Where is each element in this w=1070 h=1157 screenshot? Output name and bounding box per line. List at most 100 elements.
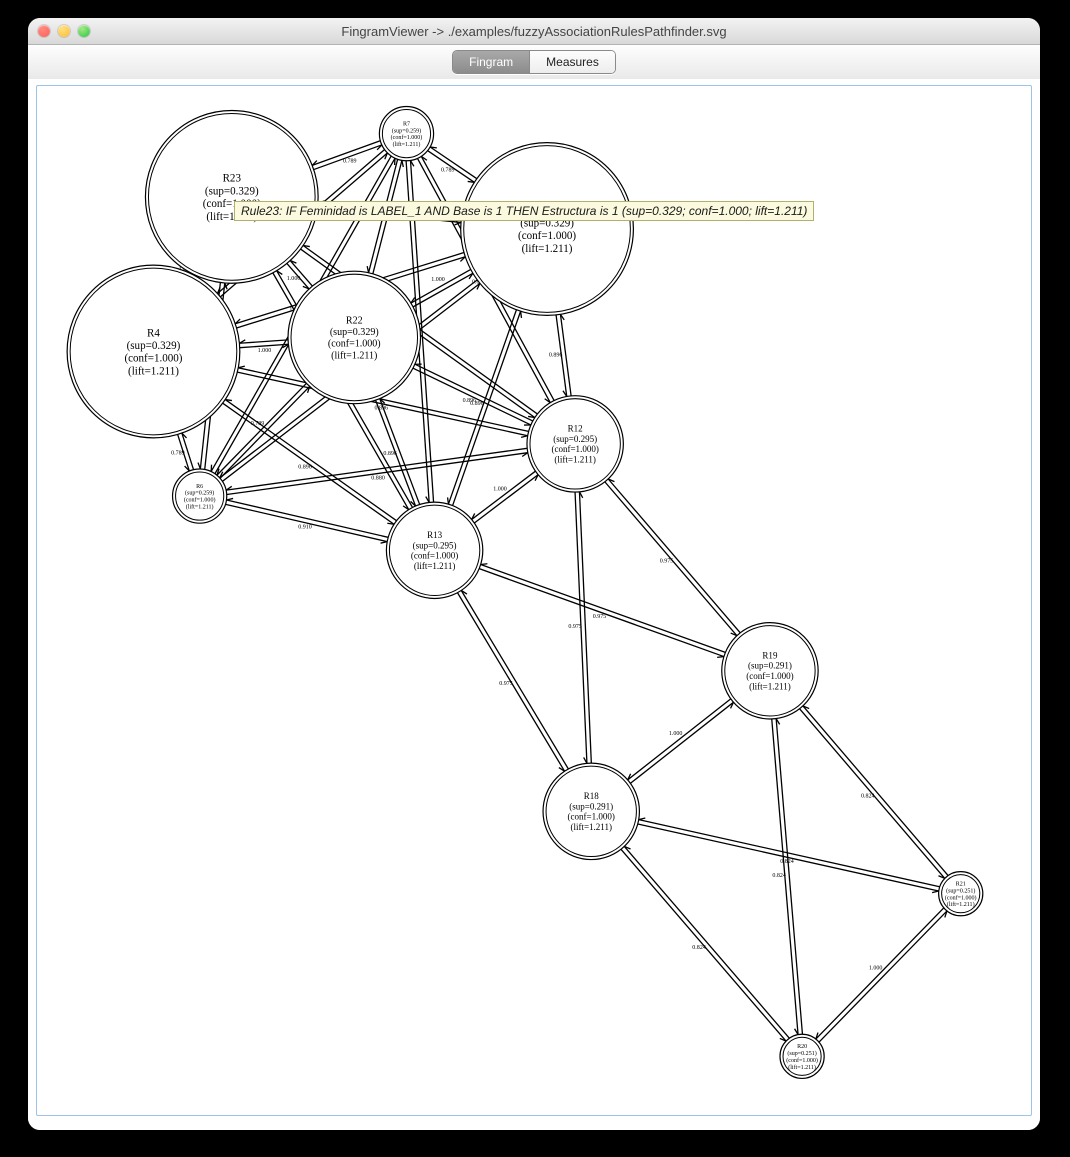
node-label: (sup=0.329) (330, 327, 379, 338)
tab-fingram[interactable]: Fingram (453, 51, 529, 73)
node-label: (lift=1.211) (788, 1064, 816, 1071)
edge-weight: 0.975 (593, 614, 607, 620)
edge (630, 702, 733, 783)
node-label: (conf=1.000) (328, 339, 381, 350)
node-label: (sup=0.329) (127, 340, 181, 352)
edge-weight: 0.789 (171, 450, 185, 456)
node-label: R18 (584, 791, 600, 801)
edge-weight: 0.975 (568, 624, 582, 630)
node-r19[interactable]: R19(sup=0.291)(conf=1.000)(lift=1.211) (722, 623, 818, 719)
node-label: R23 (223, 173, 242, 185)
edge (461, 590, 568, 768)
edge-weight: 0.880 (371, 475, 385, 481)
node-label: R6 (196, 484, 203, 490)
edge (628, 699, 731, 780)
edge-weight: 1.000 (869, 965, 883, 971)
titlebar[interactable]: FingramViewer -> ./examples/fuzzyAssocia… (28, 18, 1040, 45)
node-label: (sup=0.251) (787, 1050, 816, 1057)
rule-tooltip: Rule23: IF Feminidad is LABEL_1 AND Base… (234, 201, 814, 221)
graph-viewport[interactable]: 0.789 1.000 1.000 1.000 0.789 0.896 0.896 0.789… (36, 85, 1032, 1116)
edge (472, 471, 536, 519)
app-window: FingramViewer -> ./examples/fuzzyAssocia… (28, 18, 1040, 1130)
node-label: R7 (403, 121, 410, 127)
edge (819, 911, 947, 1042)
edge-weight: 1.000 (287, 276, 301, 282)
window-title: FingramViewer -> ./examples/fuzzyAssocia… (28, 24, 1040, 39)
node-label: (conf=1.000) (786, 1057, 818, 1064)
node-label: (lift=1.211) (414, 561, 456, 571)
edge-weight: 0.896 (298, 464, 312, 470)
edge-weight: 0.789 (441, 167, 455, 173)
node-label: (lift=1.211) (186, 504, 214, 511)
node-label: R4 (147, 327, 160, 339)
zoom-icon[interactable] (78, 25, 90, 37)
edge (638, 824, 939, 891)
node-r12[interactable]: R12(sup=0.295)(conf=1.000)(lift=1.211) (527, 396, 623, 492)
node-label: (conf=1.000) (391, 134, 423, 141)
edge-weight: 0.824 (692, 945, 706, 951)
close-icon[interactable] (38, 25, 50, 37)
edge (474, 475, 538, 523)
edge-weight: 0.896 (463, 398, 477, 404)
node-label: R20 (797, 1044, 807, 1050)
node-label: R22 (346, 316, 363, 327)
edge-weight: 1.000 (493, 487, 507, 493)
edge-weight: 0.975 (499, 681, 513, 687)
node-label: (sup=0.295) (553, 434, 597, 444)
node-label: (lift=1.211) (393, 141, 421, 148)
edge (290, 261, 312, 287)
edge-weight: 0.789 (343, 159, 357, 165)
edge (415, 364, 533, 421)
graph-svg[interactable]: 0.789 1.000 1.000 1.000 0.789 0.896 0.896 0.789… (37, 86, 1031, 1115)
edge-weight: 0.824 (772, 873, 786, 879)
edge-weight: 0.896 (374, 406, 388, 412)
edge (816, 908, 944, 1039)
node-label: (sup=0.259) (185, 490, 214, 497)
node-label: (conf=1.000) (551, 444, 598, 454)
node-r23[interactable]: R23(sup=0.329)(conf=1.000)(lift=1.211) (145, 111, 318, 284)
node-label: (sup=0.329) (205, 185, 259, 197)
node-label: (sup=0.291) (569, 801, 613, 811)
node-label: R12 (568, 423, 584, 433)
edge-weight: 0.896 (549, 352, 563, 358)
node-label: (sup=0.251) (946, 887, 975, 894)
edge (430, 147, 477, 179)
edge (227, 500, 389, 537)
node-label: (conf=1.000) (184, 497, 216, 504)
edge (624, 846, 789, 1038)
node-label: (lift=1.211) (947, 901, 975, 908)
node-r13[interactable]: R13(sup=0.295)(conf=1.000)(lift=1.211) (386, 502, 482, 598)
edge-weight: 0.824 (780, 859, 794, 865)
node-r18[interactable]: R18(sup=0.291)(conf=1.000)(lift=1.211) (543, 763, 639, 859)
node-r5[interactable]: R5(sup=0.329)(conf=1.000)(lift=1.211) (461, 143, 634, 316)
node-label: (lift=1.211) (554, 455, 596, 465)
edge (453, 311, 521, 505)
edge (239, 340, 288, 343)
node-label: (conf=1.000) (945, 894, 977, 901)
node-r22[interactable]: R22(sup=0.329)(conf=1.000)(lift=1.211) (288, 271, 421, 404)
node-label: (conf=1.000) (124, 353, 182, 365)
node-r20[interactable]: R20(sup=0.251)(conf=1.000)(lift=1.211) (780, 1034, 824, 1078)
edge (481, 565, 726, 653)
tab-bar: Fingram Measures (28, 45, 1040, 80)
node-label: R19 (762, 650, 778, 660)
node-label: (sup=0.291) (748, 661, 792, 671)
edge (227, 453, 528, 495)
node-label: (lift=1.211) (749, 682, 791, 692)
node-label: (conf=1.000) (518, 230, 576, 242)
edge-weight: 0.824 (861, 793, 875, 799)
edge (226, 504, 388, 541)
node-r6[interactable]: R6(sup=0.259)(conf=1.000)(lift=1.211) (173, 469, 227, 523)
minimize-icon[interactable] (58, 25, 70, 37)
edge-weight: 1.000 (431, 277, 445, 283)
node-label: (lift=1.211) (522, 243, 573, 255)
node-label: (lift=1.211) (570, 822, 612, 832)
node-r7[interactable]: R7(sup=0.259)(conf=1.000)(lift=1.211) (379, 107, 433, 161)
edge (479, 569, 724, 657)
tab-measures[interactable]: Measures (529, 51, 615, 73)
segmented-control: Fingram Measures (452, 50, 616, 74)
node-label: (conf=1.000) (411, 551, 458, 561)
edge-weight: 0.975 (660, 559, 674, 565)
node-r4[interactable]: R4(sup=0.329)(conf=1.000)(lift=1.211) (67, 265, 240, 438)
node-r21[interactable]: R21(sup=0.251)(conf=1.000)(lift=1.211) (939, 872, 983, 916)
